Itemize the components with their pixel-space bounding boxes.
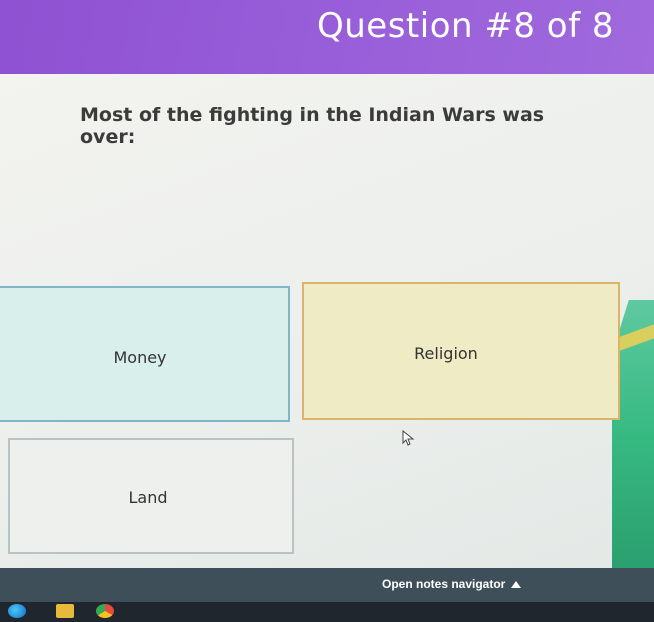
chrome-icon[interactable]	[96, 604, 114, 618]
answer-choice-money[interactable]: Money	[0, 286, 290, 422]
navigator-label: Open notes navigator	[382, 577, 506, 591]
answer-label: Religion	[414, 343, 478, 363]
mouse-pointer-icon	[402, 430, 415, 446]
question-header: Question #8 of 8	[0, 0, 654, 74]
answer-choice-religion[interactable]: Religion	[302, 282, 620, 420]
question-text: Most of the fighting in the Indian Wars …	[80, 104, 545, 148]
caret-up-icon	[511, 580, 522, 588]
question-counter: Question #8 of 8	[316, 6, 614, 46]
folder-icon[interactable]	[56, 604, 74, 618]
open-notes-navigator-button[interactable]: Open notes navigator	[382, 577, 522, 591]
answer-label: Land	[128, 487, 168, 507]
answer-choice-land[interactable]: Land	[8, 438, 294, 554]
browser-icon[interactable]	[8, 604, 26, 618]
footer-bar	[0, 568, 654, 602]
answer-label: Money	[113, 347, 167, 367]
